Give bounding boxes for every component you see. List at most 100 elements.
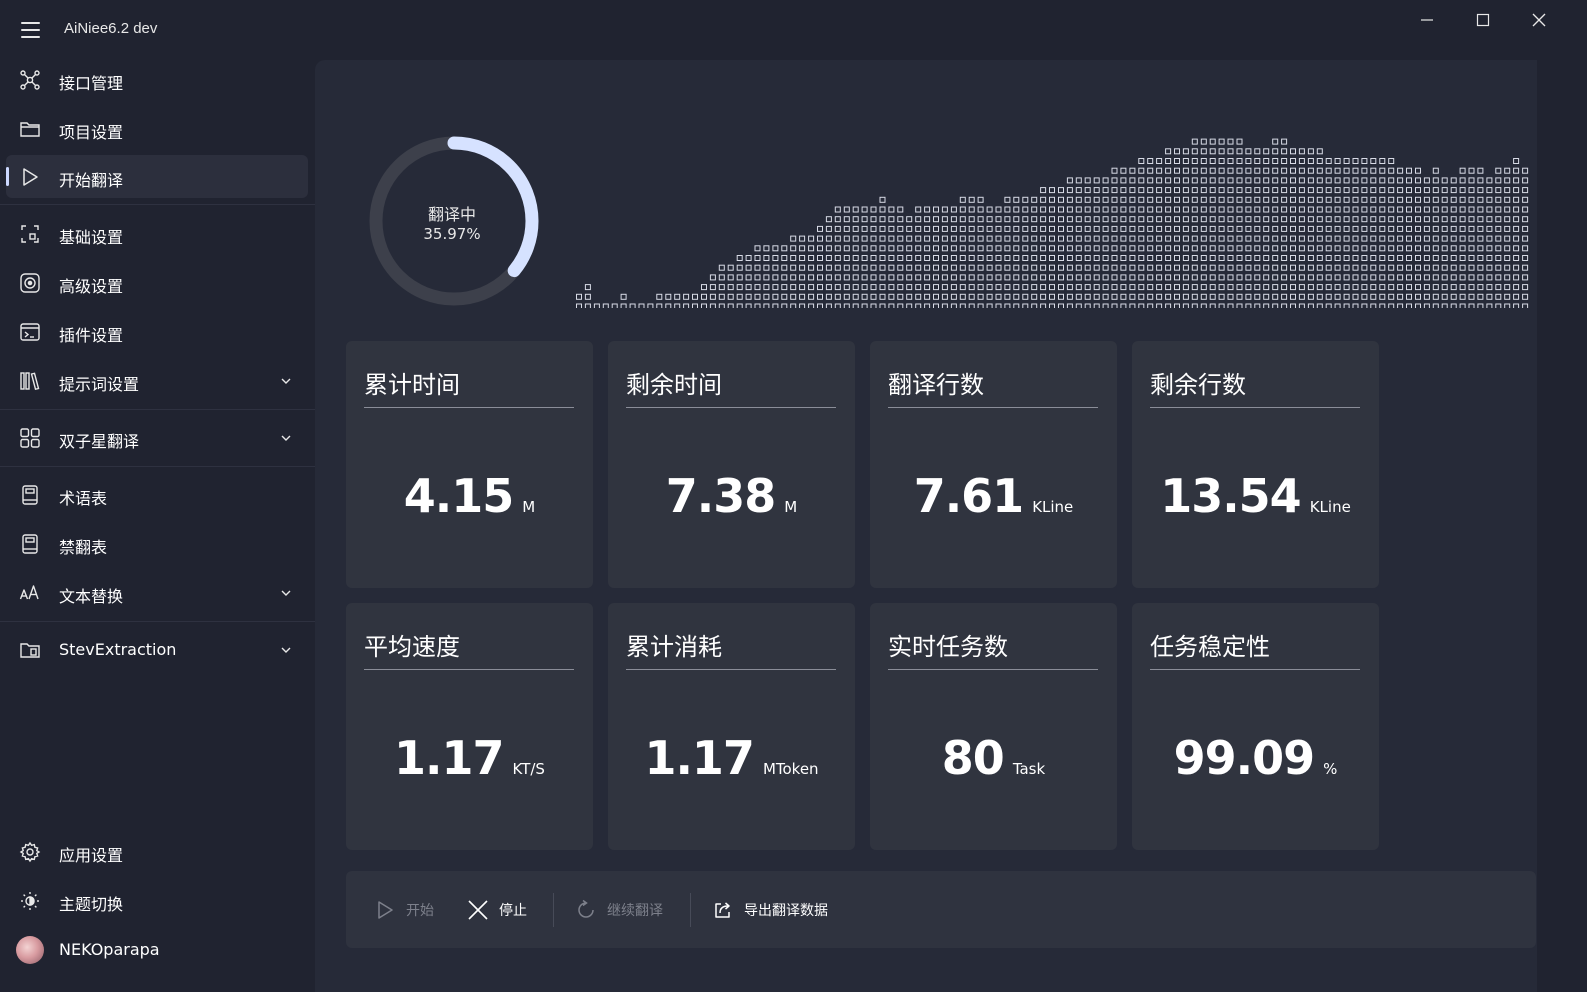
wave-dot bbox=[1263, 148, 1270, 155]
wave-dot bbox=[879, 225, 886, 232]
wave-dot bbox=[1191, 303, 1198, 308]
nav-item-start-translation[interactable]: 开始翻译 bbox=[6, 155, 308, 198]
wave-dot bbox=[924, 225, 931, 232]
wave-dot bbox=[1415, 196, 1421, 203]
wave-dot bbox=[1227, 303, 1234, 308]
wave-dot bbox=[1058, 206, 1064, 213]
wave-dot bbox=[1459, 245, 1466, 252]
nav-item-api-management[interactable]: 接口管理 bbox=[6, 58, 308, 101]
wave-dot bbox=[1138, 187, 1145, 194]
wave-dot bbox=[1298, 225, 1305, 232]
wave-dot bbox=[1495, 196, 1502, 203]
nav-item-text-replace[interactable]: 文本替换 bbox=[6, 571, 308, 614]
toolbar-divider bbox=[553, 893, 554, 927]
wave-dot bbox=[727, 284, 734, 291]
nav-item-gemini-translation[interactable]: 双子星翻译 bbox=[6, 416, 308, 459]
wave-dot bbox=[1307, 255, 1314, 261]
wave-dot bbox=[1290, 158, 1296, 164]
folder-script-icon bbox=[19, 639, 41, 661]
wave-dot bbox=[1227, 167, 1234, 174]
wave-dot bbox=[1423, 225, 1430, 232]
wave-dot bbox=[1209, 148, 1216, 155]
maximize-button[interactable] bbox=[1455, 4, 1511, 36]
wave-dot bbox=[1298, 187, 1305, 194]
wave-dot bbox=[1218, 274, 1225, 281]
nav-item-project-settings[interactable]: 项目设置 bbox=[6, 107, 308, 150]
wave-dot bbox=[754, 274, 761, 281]
stop-button[interactable]: 停止 bbox=[467, 895, 527, 925]
wave-dot bbox=[1227, 264, 1234, 271]
nav-item-exclusion-list[interactable]: 禁翻表 bbox=[6, 522, 308, 565]
wave-dot bbox=[1174, 167, 1180, 174]
wave-dot bbox=[1477, 284, 1484, 291]
wave-dot bbox=[638, 303, 645, 308]
wave-dot bbox=[1370, 187, 1377, 194]
wave-dot bbox=[1343, 225, 1350, 232]
wave-dot bbox=[1182, 177, 1189, 184]
nav-item-stevextraction[interactable]: StevExtraction bbox=[6, 628, 308, 671]
wave-dot bbox=[950, 284, 957, 291]
wave-dot bbox=[1058, 216, 1064, 223]
wave-dot bbox=[959, 303, 966, 308]
wave-dot bbox=[808, 303, 815, 308]
nav-label: NEKOparapa bbox=[59, 940, 160, 959]
wave-dot bbox=[692, 293, 698, 300]
wave-dot bbox=[1111, 177, 1118, 184]
wave-dot bbox=[1450, 225, 1457, 232]
wave-dot bbox=[1245, 148, 1252, 155]
wave-dot bbox=[1272, 264, 1279, 271]
wave-dot bbox=[1316, 245, 1323, 252]
wave-dot bbox=[1191, 216, 1198, 223]
nav-item-plugin-settings[interactable]: 插件设置 bbox=[6, 310, 308, 353]
close-button[interactable] bbox=[1511, 4, 1567, 36]
wave-dot bbox=[1272, 206, 1279, 213]
wave-dot bbox=[888, 206, 895, 213]
wave-dot bbox=[1013, 235, 1020, 242]
grid-icon bbox=[19, 427, 41, 449]
wave-dot bbox=[888, 235, 895, 242]
wave-dot bbox=[1236, 255, 1243, 261]
nav-item-prompt-settings[interactable]: 提示词设置 bbox=[6, 359, 308, 402]
wave-dot bbox=[1325, 196, 1332, 203]
nav-item-theme-toggle[interactable]: 主题切换 bbox=[6, 879, 308, 922]
wave-dot bbox=[986, 284, 993, 291]
wave-dot bbox=[576, 293, 582, 300]
wave-dot bbox=[1406, 235, 1412, 242]
stat-value: 80 bbox=[941, 731, 1005, 785]
wave-dot bbox=[1254, 303, 1261, 308]
wave-dot bbox=[1174, 216, 1180, 223]
wave-dot bbox=[1406, 245, 1412, 252]
nav-item-app-settings[interactable]: 应用设置 bbox=[6, 830, 308, 873]
wave-dot bbox=[1156, 225, 1163, 232]
wave-dot bbox=[1352, 158, 1359, 164]
menu-toggle-button[interactable] bbox=[14, 14, 46, 46]
nav-item-advanced-settings[interactable]: 高级设置 bbox=[6, 261, 308, 304]
stat-divider bbox=[626, 407, 836, 408]
nav-item-user-profile[interactable]: NEKOparapa bbox=[6, 928, 308, 971]
export-translation-data-button[interactable]: 导出翻译数据 bbox=[712, 895, 828, 925]
wave-dot bbox=[1415, 274, 1421, 281]
wave-dot bbox=[1522, 264, 1529, 271]
wave-dot bbox=[897, 255, 904, 261]
continue-translation-button[interactable]: 继续翻译 bbox=[575, 895, 663, 925]
wave-dot bbox=[1120, 216, 1127, 223]
wave-dot bbox=[1120, 235, 1127, 242]
wave-dot bbox=[1075, 293, 1082, 300]
wave-dot bbox=[1281, 196, 1288, 203]
nav-item-basic-settings[interactable]: 基础设置 bbox=[6, 212, 308, 255]
wave-dot bbox=[1486, 216, 1493, 223]
wave-dot bbox=[1504, 196, 1511, 203]
wave-dot bbox=[906, 255, 913, 261]
wave-dot bbox=[1040, 264, 1047, 271]
wave-dot bbox=[1236, 138, 1243, 145]
wave-dot bbox=[852, 293, 859, 300]
wave-dot bbox=[1129, 206, 1136, 213]
wave-dot bbox=[808, 235, 815, 242]
wave-dot bbox=[1272, 167, 1279, 174]
wave-dot bbox=[1307, 158, 1314, 164]
wave-dot bbox=[1031, 255, 1038, 261]
wave-dot bbox=[1307, 284, 1314, 291]
nav-item-glossary[interactable]: 术语表 bbox=[6, 473, 308, 516]
start-button[interactable]: 开始 bbox=[374, 895, 434, 925]
minimize-button[interactable] bbox=[1399, 4, 1455, 36]
